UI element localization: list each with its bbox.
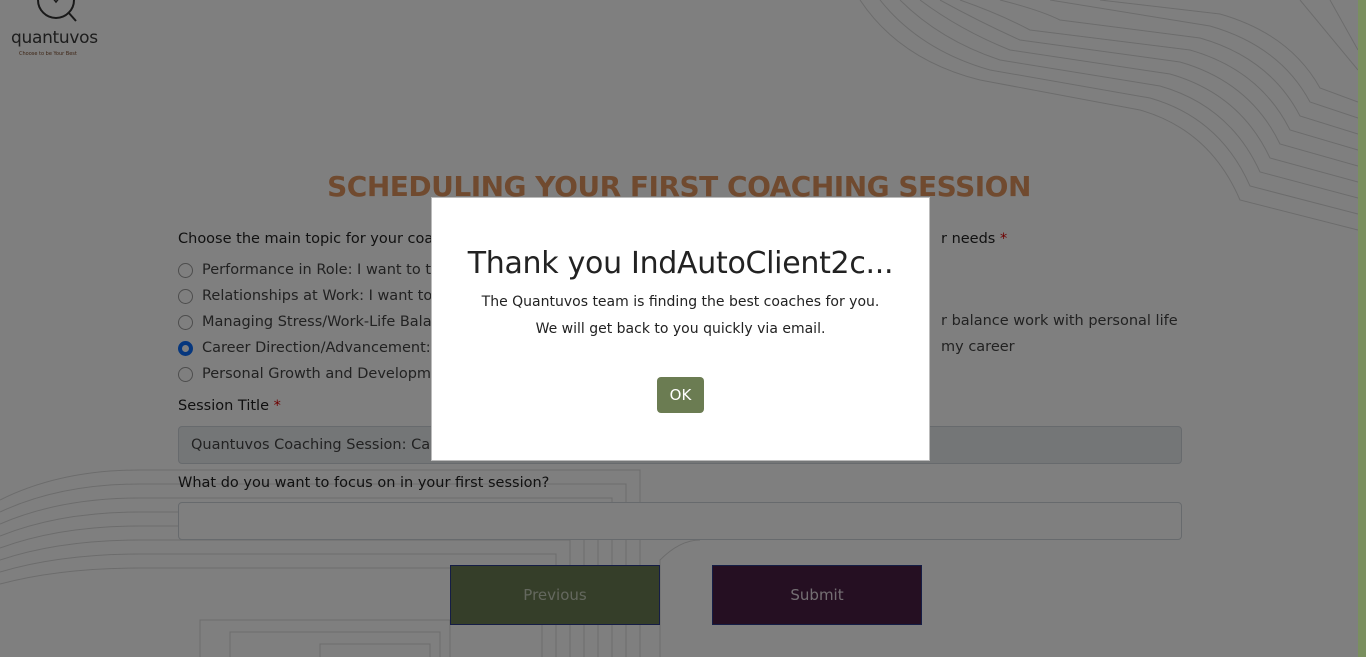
page-scrollbar[interactable] <box>1358 0 1366 657</box>
dialog-message-line-1: The Quantuvos team is finding the best c… <box>481 294 880 310</box>
dialog-message-line-2: We will get back to you quickly via emai… <box>535 321 826 337</box>
confirmation-dialog: Thank you IndAutoClient2c... The Quantuv… <box>431 197 930 461</box>
ok-button[interactable]: OK <box>657 377 704 413</box>
dialog-title: Thank you IndAutoClient2c... <box>467 246 894 281</box>
